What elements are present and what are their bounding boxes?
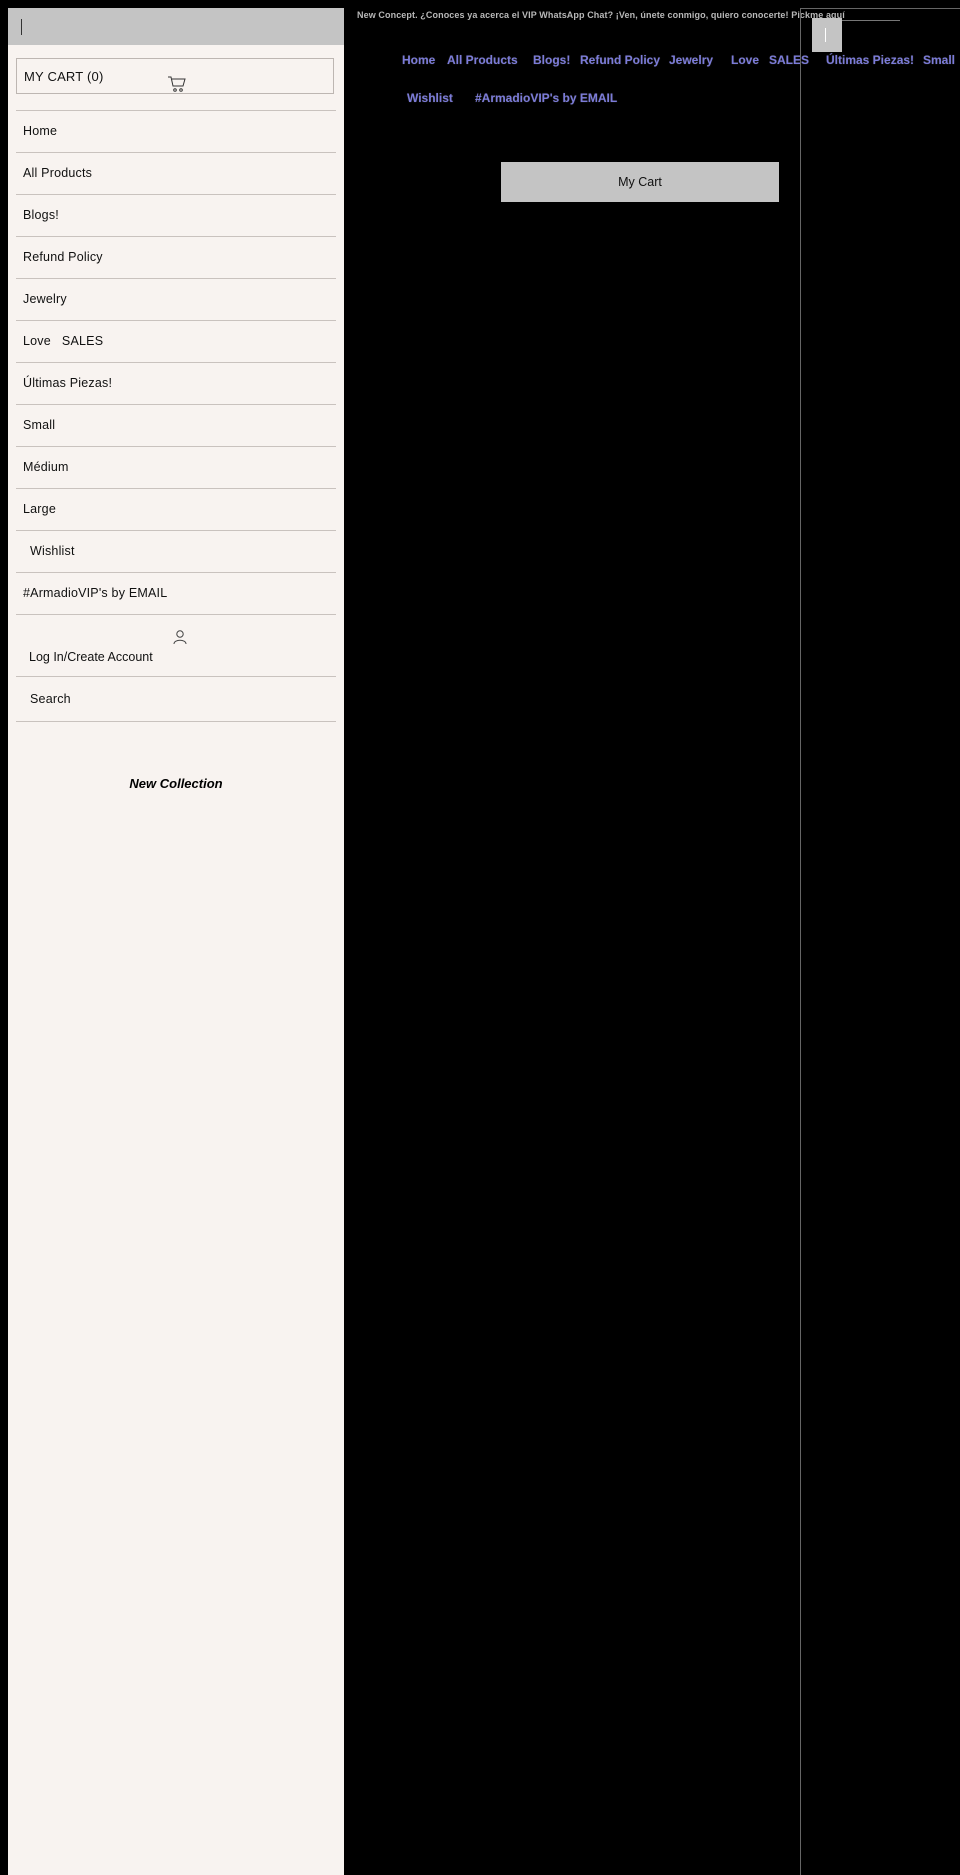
user-icon [173, 630, 187, 645]
promo-banner[interactable]: New Concept. ¿Conoces ya acerca el VIP W… [357, 10, 845, 20]
menu-item-label: Últimas Piezas! [23, 376, 113, 390]
cart-button[interactable]: MY CART (0) [16, 58, 334, 94]
drawer-header [8, 8, 344, 45]
menu-item-label: Home [23, 124, 58, 138]
nav-link-refund-policy[interactable]: Refund Policy [580, 53, 660, 67]
menu-item-label: All Products [23, 166, 93, 180]
menu-item-all-products[interactable]: All Products [16, 152, 336, 194]
cart-icon [168, 76, 186, 92]
menu-item-label: Jewelry [23, 292, 67, 306]
menu-item-home[interactable]: Home [16, 110, 336, 152]
menu-item-label: Wishlist [30, 544, 75, 558]
menu-item-small[interactable]: Small [16, 404, 336, 446]
search-label: Search [30, 692, 71, 706]
nav-link-home[interactable]: Home [402, 53, 435, 67]
nav-link-love-sales[interactable]: Love SALES [731, 53, 809, 67]
menu-item-ultimas-piezas[interactable]: Últimas Piezas! [16, 362, 336, 404]
my-cart-button[interactable]: My Cart [501, 162, 779, 202]
search-button[interactable]: Search [16, 676, 336, 722]
menu-item-large[interactable]: Large [16, 488, 336, 530]
menu-item-armadio-vip-email[interactable]: #ArmadioVIP's by EMAIL [16, 572, 336, 614]
menu-item-wishlist[interactable]: Wishlist [16, 530, 336, 572]
login-button[interactable] [16, 614, 336, 676]
menu-item-label: Médium [23, 460, 69, 474]
cart-label: MY CART (0) [24, 69, 104, 84]
side-drawer: MY CART (0) Home All Products Blogs! Ref… [8, 8, 344, 1875]
menu-item-label: Love SALES [23, 334, 104, 348]
menu-item-label: Small [23, 418, 56, 432]
menu-item-label: Refund Policy [23, 250, 103, 264]
nav-link-wishlist[interactable]: Wishlist [407, 91, 453, 105]
menu-item-label: #ArmadioVIP's by EMAIL [23, 586, 168, 600]
menu-item-refund-policy[interactable]: Refund Policy [16, 236, 336, 278]
login-label: Log In/Create Account [29, 650, 153, 664]
menu-item-label: Large [23, 502, 56, 516]
nav-link-jewelry[interactable]: Jewelry [669, 53, 713, 67]
menu-item-blogs[interactable]: Blogs! [16, 194, 336, 236]
collection-title: New Collection [129, 776, 223, 791]
right-side-panel [800, 8, 960, 1875]
nav-link-armadio-vip-email[interactable]: #ArmadioVIP's by EMAIL [475, 91, 617, 105]
nav-link-blogs[interactable]: Blogs! [533, 53, 570, 67]
menu-item-medium[interactable]: Médium [16, 446, 336, 488]
menu-toggle-button[interactable] [812, 18, 842, 52]
menu-toggle-icon [825, 28, 826, 42]
menu-item-label: Blogs! [23, 208, 59, 222]
menu-item-love-sales[interactable]: Love SALES [16, 320, 336, 362]
close-drawer-button[interactable] [21, 19, 22, 35]
menu-item-jewelry[interactable]: Jewelry [16, 278, 336, 320]
nav-link-all-products[interactable]: All Products [447, 53, 518, 67]
